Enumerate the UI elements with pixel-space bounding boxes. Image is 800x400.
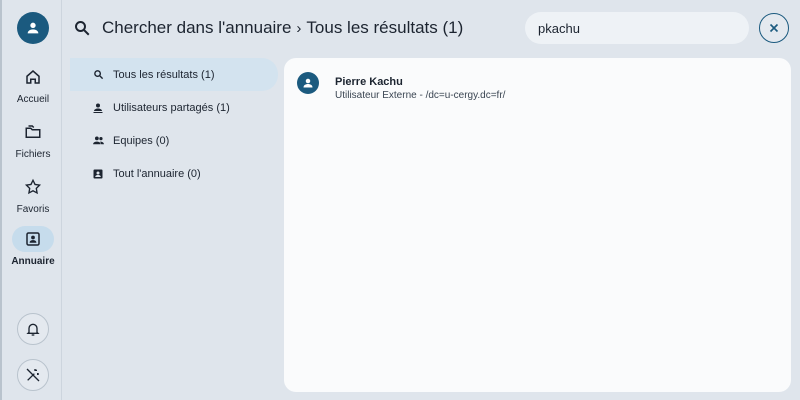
- nav-label: Accueil: [16, 94, 50, 105]
- search-icon: [75, 21, 90, 36]
- home-icon: [26, 70, 40, 84]
- person-icon: [303, 78, 313, 88]
- nav-label: Annuaire: [11, 256, 55, 267]
- nav-item-accueil[interactable]: Accueil: [2, 64, 64, 105]
- filter-teams[interactable]: Equipes (0): [70, 124, 278, 157]
- contact-card-icon: [26, 232, 40, 246]
- result-item[interactable]: Pierre Kachu Utilisateur Externe - /dc=u…: [297, 72, 505, 101]
- chevron-right-icon: ›: [296, 19, 302, 37]
- nav-rail: Accueil Fichiers Favoris Annuaire: [0, 0, 62, 400]
- breadcrumb: Chercher dans l'annuaire › Tous les résu…: [102, 18, 463, 38]
- close-search-button[interactable]: [759, 13, 789, 43]
- result-name: Pierre Kachu: [335, 76, 403, 88]
- contact-card-icon: [93, 169, 103, 178]
- shared-user-icon: [93, 103, 103, 113]
- filter-label: Tout l'annuaire (0): [113, 167, 201, 180]
- close-icon: [769, 23, 779, 33]
- person-icon: [27, 22, 39, 34]
- star-icon: [24, 178, 42, 195]
- notifications-button[interactable]: [17, 313, 49, 345]
- bell-icon: [26, 323, 40, 336]
- filter-label: Tous les résultats (1): [113, 68, 215, 81]
- nav-item-annuaire[interactable]: Annuaire: [2, 226, 64, 267]
- folders-icon: [25, 125, 41, 138]
- search-input[interactable]: [525, 12, 749, 44]
- results-panel: Pierre Kachu Utilisateur Externe - /dc=u…: [284, 58, 791, 392]
- nav-label: Favoris: [16, 204, 50, 215]
- filter-label: Utilisateurs partagés (1): [113, 101, 230, 114]
- avatar: [297, 72, 319, 94]
- filter-all-results[interactable]: Tous les résultats (1): [70, 58, 278, 91]
- filter-label: Equipes (0): [113, 134, 170, 147]
- nav-item-fichiers[interactable]: Fichiers: [2, 119, 64, 160]
- breadcrumb-current: Tous les résultats (1): [306, 18, 464, 37]
- breadcrumb-root[interactable]: Chercher dans l'annuaire: [102, 18, 291, 38]
- filter-list: Tous les résultats (1) Utilisateurs part…: [70, 58, 278, 190]
- nav-label: Fichiers: [15, 149, 51, 160]
- search-icon: [93, 70, 103, 80]
- nav-item-favoris[interactable]: Favoris: [2, 174, 64, 215]
- magic-wand-off-icon: [26, 368, 40, 382]
- group-icon: [92, 136, 104, 145]
- filter-shared-users[interactable]: Utilisateurs partagés (1): [70, 91, 278, 124]
- result-subtitle: Utilisateur Externe - /dc=u-cergy.dc=fr/: [335, 90, 506, 101]
- user-avatar[interactable]: [17, 12, 49, 44]
- theme-toggle-button[interactable]: [17, 359, 49, 391]
- filter-whole-directory[interactable]: Tout l'annuaire (0): [70, 157, 278, 190]
